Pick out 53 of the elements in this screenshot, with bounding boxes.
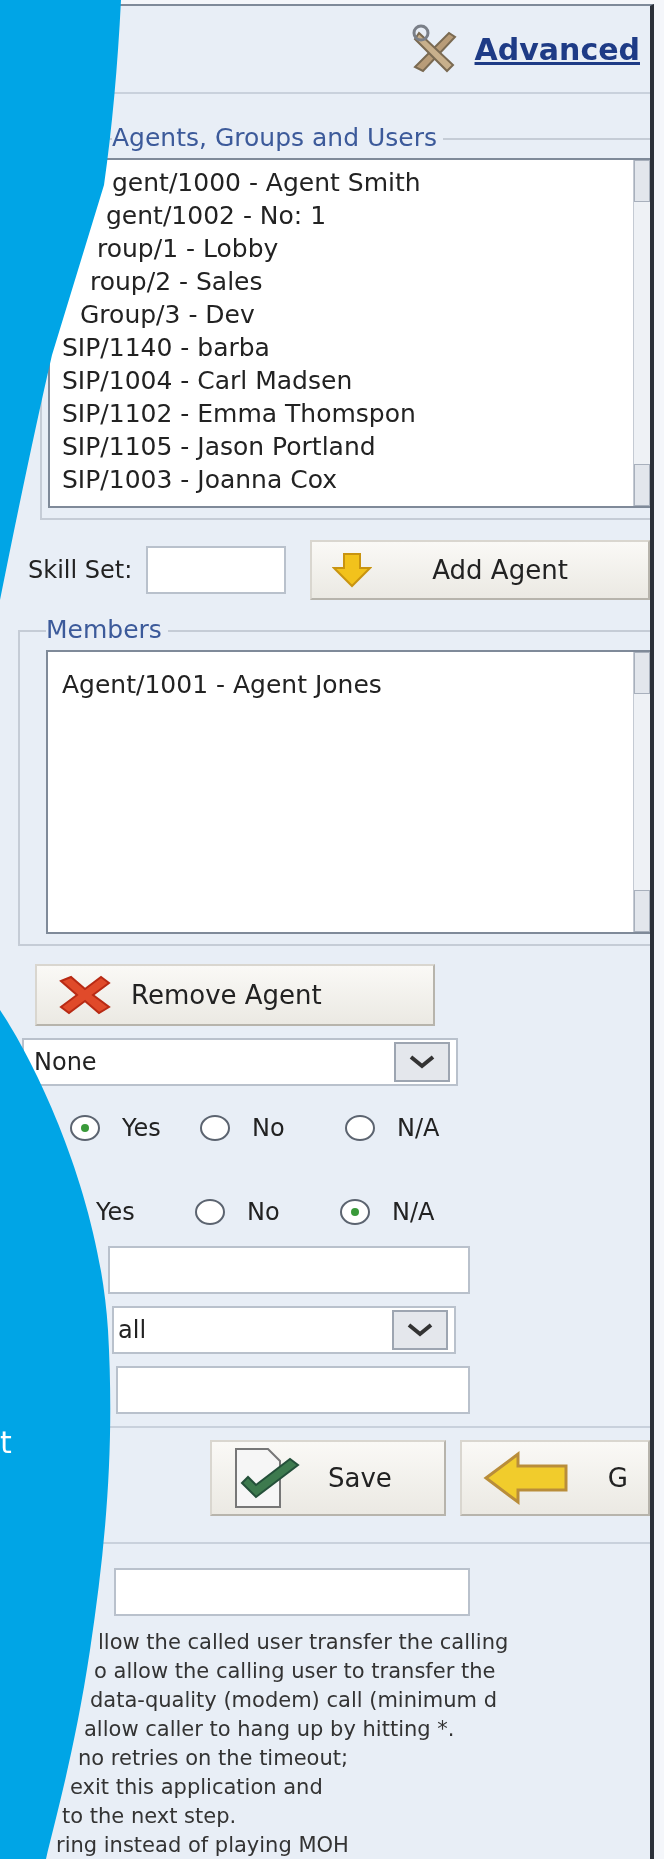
radio-button[interactable] [200, 1115, 230, 1141]
radio-label: No [252, 1114, 285, 1142]
skill-set-input[interactable] [146, 546, 287, 594]
radio-dot [351, 1208, 359, 1216]
remove-agent-button[interactable]: Remove Agent [35, 964, 435, 1026]
go-button[interactable]: G [459, 1440, 650, 1516]
agents-listbox[interactable]: gent/1000 - Agent Smith gent/1002 - No: 1 roup/1 - Lobby roup/2 - Sales Group/3 - Dev SIP/1140 - barba SIP/1004 - Carl Madsen SIP/1102 - Emma Thomspon SIP/1105 - Jason Portland SIP/1003 - Joanna Cox [48, 158, 650, 508]
list-item[interactable]: gent/1002 - No: 1 [106, 199, 327, 232]
help-text: no retries on the timeout; [77, 1745, 350, 1772]
text-input[interactable] [114, 1568, 470, 1616]
list-item[interactable]: SIP/1102 - Emma Thomspon [62, 397, 416, 430]
list-item[interactable]: gent/1000 - Agent Smith [112, 166, 421, 199]
dropdown[interactable]: None [22, 1038, 458, 1086]
radio-label: N/A [392, 1198, 435, 1226]
list-item[interactable]: Group/3 - Dev [80, 298, 255, 331]
radio-label: No [247, 1198, 280, 1226]
radio-button[interactable] [70, 1115, 100, 1141]
list-item[interactable]: roup/2 - Sales [90, 265, 263, 298]
radio-label: Yes [122, 1114, 161, 1142]
members-listbox[interactable]: Agent/1001 - Agent Jones [46, 650, 650, 934]
field-label: Skill Set: [28, 556, 133, 584]
chevron-down-icon [394, 1042, 450, 1082]
scrollbar[interactable] [633, 652, 650, 932]
radio-button[interactable] [345, 1115, 375, 1141]
dropdown[interactable]: all [112, 1306, 456, 1354]
help-text: exit this application and [69, 1774, 324, 1801]
list-item[interactable]: roup/1 - Lobby [97, 232, 279, 265]
list-item[interactable]: SIP/1140 - barba [62, 331, 270, 364]
list-item[interactable]: Agent/1001 - Agent Jones [62, 668, 382, 701]
help-text: to the next step. [61, 1803, 238, 1830]
help-text: allow caller to hang up by hitting *. [83, 1716, 456, 1743]
help-text: llow the called user transfer the calling [97, 1629, 510, 1656]
radio-label: N/A [397, 1114, 440, 1142]
radio-button[interactable] [340, 1199, 370, 1225]
chevron-down-icon [392, 1310, 448, 1350]
radio-button[interactable] [195, 1199, 225, 1225]
help-text: ring instead of playing MOH [55, 1832, 350, 1859]
arrow-down-icon [332, 552, 373, 588]
help-text: data-quality (modem) call (minimum d [89, 1687, 499, 1714]
text-input[interactable] [116, 1366, 470, 1414]
save-button[interactable]: Save [210, 1440, 446, 1516]
radio-label: Yes [96, 1198, 135, 1226]
list-item[interactable]: SIP/1105 - Jason Portland [62, 430, 376, 463]
close-icon [57, 975, 113, 1015]
text-input[interactable] [108, 1246, 470, 1294]
overlay-text: t [0, 1425, 12, 1461]
help-text: o allow the calling user to transfer the [93, 1658, 497, 1685]
list-item[interactable]: SIP/1003 - Joanna Cox [62, 463, 337, 496]
add-agent-button[interactable]: Add Agent [310, 540, 650, 600]
list-item[interactable]: SIP/1004 - Carl Madsen [62, 364, 353, 397]
radio-dot [81, 1124, 89, 1132]
advanced-link[interactable]: Advanced [474, 31, 640, 67]
scrollbar[interactable] [633, 160, 650, 506]
